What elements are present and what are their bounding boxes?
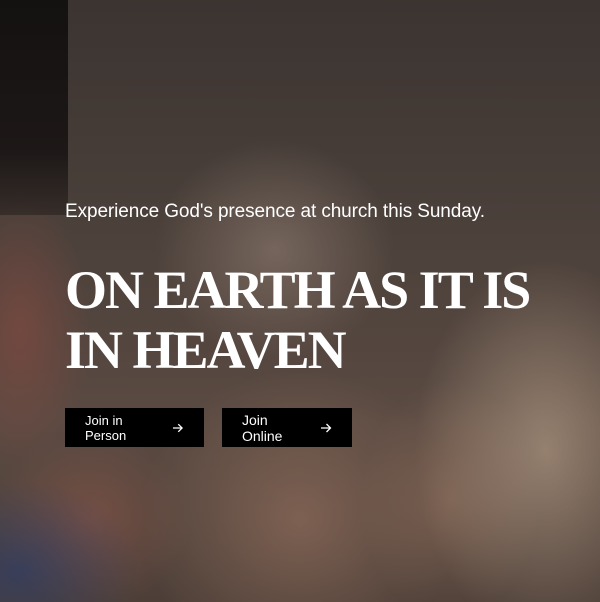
hero-actions: Join in Person Join Online (65, 408, 565, 447)
arrow-right-icon (173, 423, 184, 432)
hero-content: Experience God's presence at church this… (65, 200, 565, 447)
join-in-person-button[interactable]: Join in Person (65, 408, 204, 447)
join-online-label: Join Online (242, 411, 283, 444)
hero-headline-line-2: IN HEAVEN (65, 320, 347, 380)
hero-section: Experience God's presence at church this… (0, 0, 600, 602)
join-in-person-label: Join in Person (85, 412, 127, 443)
background-image (0, 0, 68, 215)
arrow-right-icon (321, 423, 332, 432)
hero-headline-line-1: ON EARTH AS IT IS (65, 260, 531, 320)
hero-headline: ON EARTH AS IT IS IN HEAVEN (65, 260, 565, 380)
join-online-button[interactable]: Join Online (222, 408, 352, 447)
hero-tagline: Experience God's presence at church this… (65, 201, 485, 222)
